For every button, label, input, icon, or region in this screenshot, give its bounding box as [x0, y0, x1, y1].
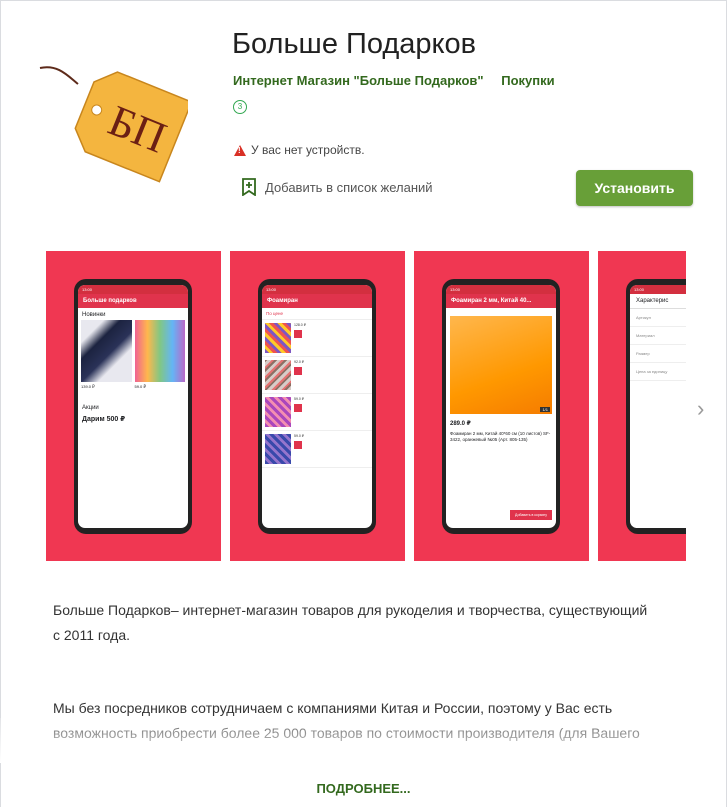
screenshot-1[interactable]: 13:00 Больше подарков Новинки 139.0 ₽ 59… [46, 251, 221, 561]
product-price: 59.0 ₽ [294, 397, 305, 401]
product-price: 139.0 ₽ [81, 384, 95, 389]
product-image [134, 320, 185, 382]
product-price: 59.0 ₽ [294, 434, 305, 438]
product-name: Фоамиран 2 мм, Китай 40*60 см (10 листов… [450, 431, 551, 442]
list-item: 128.0 ₽ [262, 320, 372, 357]
spec-row: Размер [630, 345, 686, 363]
product-image [265, 360, 291, 390]
warning-icon [234, 144, 246, 156]
product-image: 1/1 [450, 316, 552, 414]
wishlist-label: Добавить в список желаний [265, 179, 433, 195]
description-fade [0, 718, 725, 763]
list-item: 59.0 ₽ [262, 431, 372, 468]
product-price: 289.0 ₽ [450, 421, 471, 427]
cart-icon [294, 403, 302, 412]
phone-screen: 13:00 Фоамиран 2 мм, Китай 40... 1/1 289… [446, 285, 556, 528]
cart-icon [294, 440, 302, 449]
status-bar: 13:00 [630, 285, 686, 294]
read-more-link[interactable]: ПОДРОБНЕЕ... [0, 781, 727, 796]
list-item: 92.0 ₽ [262, 357, 372, 394]
product-price: 59.0 ₽ [134, 384, 146, 389]
section-title: Новинки [82, 312, 106, 318]
sort-filter: По цене [262, 308, 372, 320]
phone-screen: 13:00 Характерис Артикул Материал Размер… [630, 285, 686, 528]
app-title: Больше Подарков [232, 28, 477, 60]
phone-frame: 13:00 Фоамиран 2 мм, Китай 40... 1/1 289… [442, 279, 560, 534]
screenshot-2[interactable]: 13:00 Фоамиран По цене 128.0 ₽ 92.0 ₽ 59… [230, 251, 405, 561]
product-image [265, 434, 291, 464]
chevron-right-icon[interactable]: › [697, 396, 704, 422]
app-bar: Фоамиран [262, 294, 372, 308]
add-to-cart-button: Добавить в корзину [510, 510, 552, 520]
spec-row: Цена за единицу [630, 363, 686, 381]
promo-text: Дарим 500 ₽ [82, 416, 126, 423]
phone-frame: 13:00 Больше подарков Новинки 139.0 ₽ 59… [74, 279, 192, 534]
app-bar: Характерис [630, 294, 686, 309]
developer-link[interactable]: Интернет Магазин "Больше Подарков" [233, 73, 484, 88]
app-bar: Больше подарков [78, 294, 188, 308]
spec-row: Материал [630, 327, 686, 345]
device-warning: У вас нет устройств. [234, 143, 365, 157]
section-title: Акции [82, 405, 99, 411]
phone-screen: 13:00 Больше подарков Новинки 139.0 ₽ 59… [78, 285, 188, 528]
phone-frame: 13:00 Фоамиран По цене 128.0 ₽ 92.0 ₽ 59… [258, 279, 376, 534]
list-item: 59.0 ₽ [262, 394, 372, 431]
app-logo: БП [39, 66, 188, 183]
screenshot-carousel[interactable]: 13:00 Больше подарков Новинки 139.0 ₽ 59… [46, 251, 686, 561]
bookmark-plus-icon [242, 178, 256, 196]
product-image [265, 323, 291, 353]
status-bar: 13:00 [78, 285, 188, 294]
developer-row: Интернет Магазин "Больше Подарков" Покуп… [233, 73, 555, 88]
product-image [81, 320, 132, 382]
install-button[interactable]: Установить [576, 170, 693, 206]
image-counter: 1/1 [540, 407, 550, 412]
description-paragraph-1: Больше Подарков– интернет-магазин товаро… [53, 602, 648, 643]
spec-row: Артикул [630, 309, 686, 327]
status-bar: 13:00 [262, 285, 372, 294]
wishlist-button[interactable]: Добавить в список желаний [241, 178, 433, 196]
category-link[interactable]: Покупки [501, 73, 554, 88]
cart-icon [294, 329, 302, 338]
product-price: 92.0 ₽ [294, 360, 305, 364]
phone-frame: 13:00 Характерис Артикул Материал Размер… [626, 279, 686, 534]
product-image [265, 397, 291, 427]
phone-screen: 13:00 Фоамиран По цене 128.0 ₽ 92.0 ₽ 59… [262, 285, 372, 528]
product-price: 128.0 ₽ [294, 323, 306, 327]
content-rating-badge: 3 [233, 100, 247, 114]
cart-icon [294, 366, 302, 375]
screenshot-3[interactable]: 13:00 Фоамиран 2 мм, Китай 40... 1/1 289… [414, 251, 589, 561]
app-bar: Фоамиран 2 мм, Китай 40... [446, 294, 556, 308]
warning-text: У вас нет устройств. [251, 143, 365, 157]
status-bar: 13:00 [446, 285, 556, 294]
screenshot-4[interactable]: 13:00 Характерис Артикул Материал Размер… [598, 251, 686, 561]
